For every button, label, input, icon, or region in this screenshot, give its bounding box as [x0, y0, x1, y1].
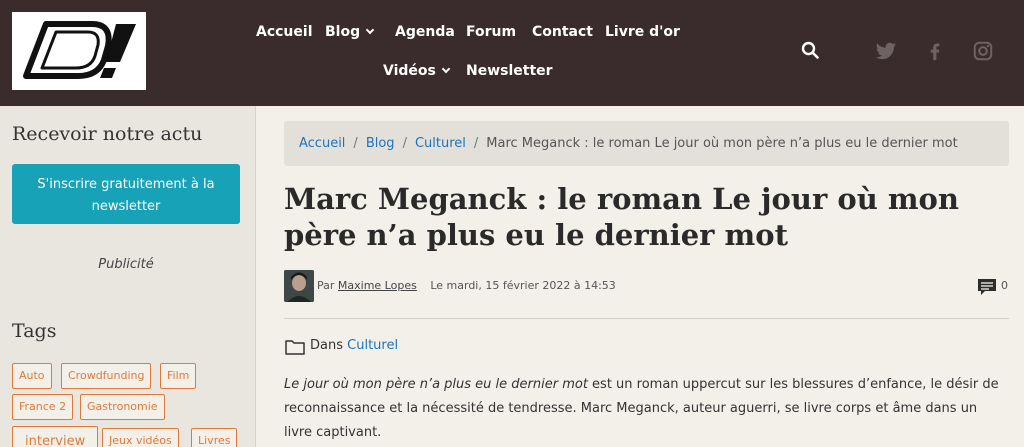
breadcrumb-separator: /	[353, 136, 358, 151]
author-avatar[interactable]	[284, 270, 314, 302]
chevron-down-icon	[365, 25, 375, 35]
category-prefix: Dans	[310, 338, 343, 353]
tags-heading: Tags	[12, 320, 57, 342]
intro-book-title: Le jour où mon père n’a plus eu le derni…	[284, 377, 588, 392]
avatar-photo	[284, 270, 314, 302]
folder-icon	[285, 340, 305, 355]
nav-videos[interactable]: Vidéos	[383, 63, 451, 79]
category-link[interactable]: Culturel	[347, 338, 398, 353]
facebook-icon[interactable]	[924, 40, 946, 62]
breadcrumb-accueil[interactable]: Accueil	[299, 136, 345, 151]
newsletter-heading: Recevoir notre actu	[12, 123, 203, 145]
twitter-icon[interactable]	[875, 40, 897, 62]
sidebar: Recevoir notre actu S'inscrire gratuitem…	[0, 106, 256, 447]
breadcrumb-separator: /	[402, 136, 407, 151]
nav-livre-dor[interactable]: Livre d'or	[605, 24, 680, 40]
author-link[interactable]: Maxime Lopes	[338, 279, 417, 292]
chevron-down-icon	[441, 64, 451, 74]
nav-agenda[interactable]: Agenda	[395, 24, 455, 40]
post-title: Marc Meganck : le roman Le jour où mon p…	[284, 182, 959, 252]
site-logo[interactable]	[12, 12, 146, 90]
advertising-label: Publicité	[98, 257, 154, 272]
post-date: Le mardi, 15 février 2022 à 14:53	[430, 279, 616, 292]
tag-auto[interactable]: Auto	[12, 363, 52, 389]
comment-count[interactable]: 0	[1001, 279, 1008, 292]
breadcrumb: Accueil / Blog / Culturel / Marc Meganck…	[284, 121, 1009, 166]
instagram-icon[interactable]	[972, 40, 994, 62]
breadcrumb-culturel[interactable]: Culturel	[415, 136, 466, 151]
logo-mark	[23, 21, 136, 79]
search-icon[interactable]	[801, 41, 819, 59]
newsletter-signup-button[interactable]: S'inscrire gratuitement à la newsletter	[12, 164, 240, 224]
nav-blog-label: Blog	[325, 24, 361, 40]
site-header: Accueil Blog Agenda Forum Contact Livre …	[0, 0, 1024, 106]
nav-accueil[interactable]: Accueil	[256, 24, 313, 40]
breadcrumb-current: Marc Meganck : le roman Le jour où mon p…	[486, 136, 958, 151]
tag-jeux-videos[interactable]: Jeux vidéos	[102, 428, 179, 447]
tag-livres[interactable]: Livres	[191, 428, 238, 447]
tag-film[interactable]: Film	[160, 363, 197, 389]
tag-gastronomie[interactable]: Gastronomie	[80, 394, 165, 420]
nav-contact[interactable]: Contact	[532, 24, 593, 40]
post-intro: Le jour où mon père n’a plus eu le derni…	[284, 373, 1004, 445]
post-meta: Par Maxime Lopes Le mardi, 15 février 20…	[317, 279, 616, 292]
nav-videos-label: Vidéos	[383, 63, 436, 79]
post-category: Dans Culturel	[310, 338, 398, 353]
by-label: Par	[317, 279, 335, 292]
divider	[284, 318, 1009, 319]
tag-crowdfunding[interactable]: Crowdfunding	[61, 363, 152, 389]
comment-icon[interactable]	[977, 278, 997, 296]
tag-interview[interactable]: interview	[12, 426, 99, 447]
nav-blog[interactable]: Blog	[325, 24, 375, 40]
breadcrumb-separator: /	[473, 136, 479, 151]
breadcrumb-blog[interactable]: Blog	[366, 136, 395, 151]
tag-france-2[interactable]: France 2	[12, 394, 74, 420]
nav-newsletter[interactable]: Newsletter	[466, 63, 553, 79]
nav-forum[interactable]: Forum	[466, 24, 516, 40]
